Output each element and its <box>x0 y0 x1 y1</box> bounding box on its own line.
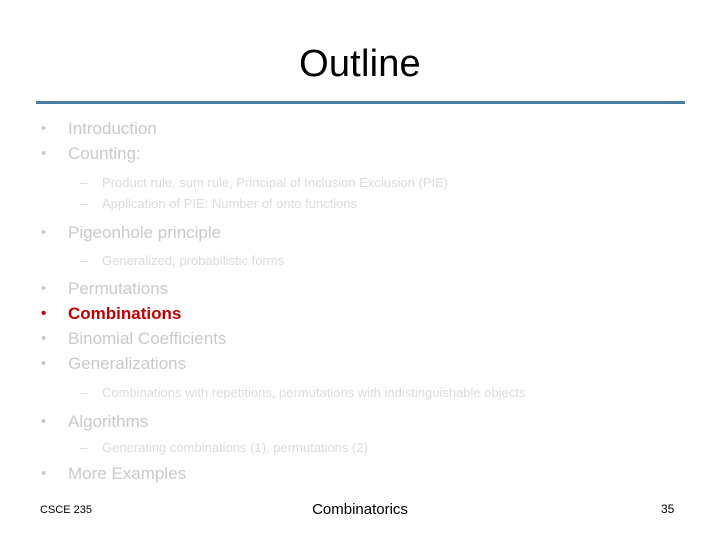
slide: Outline • Introduction • Counting: – Pro… <box>0 0 720 540</box>
list-item-label: Introduction <box>68 119 157 138</box>
bullet-icon: • <box>41 305 47 322</box>
sub-list-item-label: Application of PIE: Number of onto funct… <box>102 196 358 211</box>
list-item-label: Pigeonhole principle <box>68 223 222 242</box>
list-item[interactable]: • Generalizations <box>0 351 720 376</box>
list-item[interactable]: • Permutations <box>0 276 720 301</box>
list-item-label: Permutations <box>68 279 169 298</box>
dash-icon: – <box>80 440 88 455</box>
list-item-label: More Examples <box>68 464 187 483</box>
list-item[interactable]: • Pigeonhole principle <box>0 220 720 245</box>
list-item[interactable]: • More Examples <box>0 461 720 486</box>
dash-icon: – <box>80 253 88 268</box>
page-number: 35 <box>661 502 675 516</box>
list-item[interactable]: • Binomial Coefficients <box>0 326 720 351</box>
bullet-icon: • <box>41 413 47 430</box>
sub-list-item-label: Generalized, probabilistic forms <box>102 253 285 268</box>
list-item[interactable]: • Algorithms <box>0 409 720 434</box>
footer-topic-label: Combinatorics <box>312 501 408 518</box>
sub-list-item[interactable]: – Generating combinations (1), permutati… <box>0 437 720 458</box>
list-item-highlighted[interactable]: • Combinations <box>0 301 720 326</box>
sub-list-item-label: Generating combinations (1), permutation… <box>102 440 368 455</box>
bullet-icon: • <box>41 145 47 162</box>
bullet-icon: • <box>41 330 47 347</box>
bullet-icon: • <box>41 280 47 297</box>
sub-list-item[interactable]: – Generalized, probabilistic forms <box>0 250 720 271</box>
sub-list-item[interactable]: – Application of PIE: Number of onto fun… <box>0 193 720 214</box>
sub-list-item[interactable]: – Product rule, sum rule, Principal of I… <box>0 172 720 193</box>
list-item-label: Binomial Coefficients <box>68 329 227 348</box>
outline-list: • Introduction • Counting: – Product rul… <box>0 116 720 486</box>
list-item-label: Algorithms <box>68 412 149 431</box>
bullet-icon: • <box>41 120 47 137</box>
sub-list-item[interactable]: – Combinations with repetitions, permuta… <box>0 382 720 403</box>
list-item[interactable]: • Counting: <box>0 141 720 166</box>
bullet-icon: • <box>41 465 47 482</box>
page-title: Outline <box>299 43 421 85</box>
dash-icon: – <box>80 196 88 211</box>
bullet-icon: • <box>41 224 47 241</box>
title-underline-rule <box>36 101 685 104</box>
list-item-label: Generalizations <box>68 354 187 373</box>
dash-icon: – <box>80 385 88 400</box>
bullet-icon: • <box>41 355 47 372</box>
list-item-label: Combinations <box>68 304 182 323</box>
sub-list-item-label: Product rule, sum rule, Principal of Inc… <box>102 175 449 190</box>
list-item-label: Counting: <box>68 144 141 163</box>
dash-icon: – <box>80 175 88 190</box>
list-item[interactable]: • Introduction <box>0 116 720 141</box>
sub-list-item-label: Combinations with repetitions, permutati… <box>102 385 526 400</box>
